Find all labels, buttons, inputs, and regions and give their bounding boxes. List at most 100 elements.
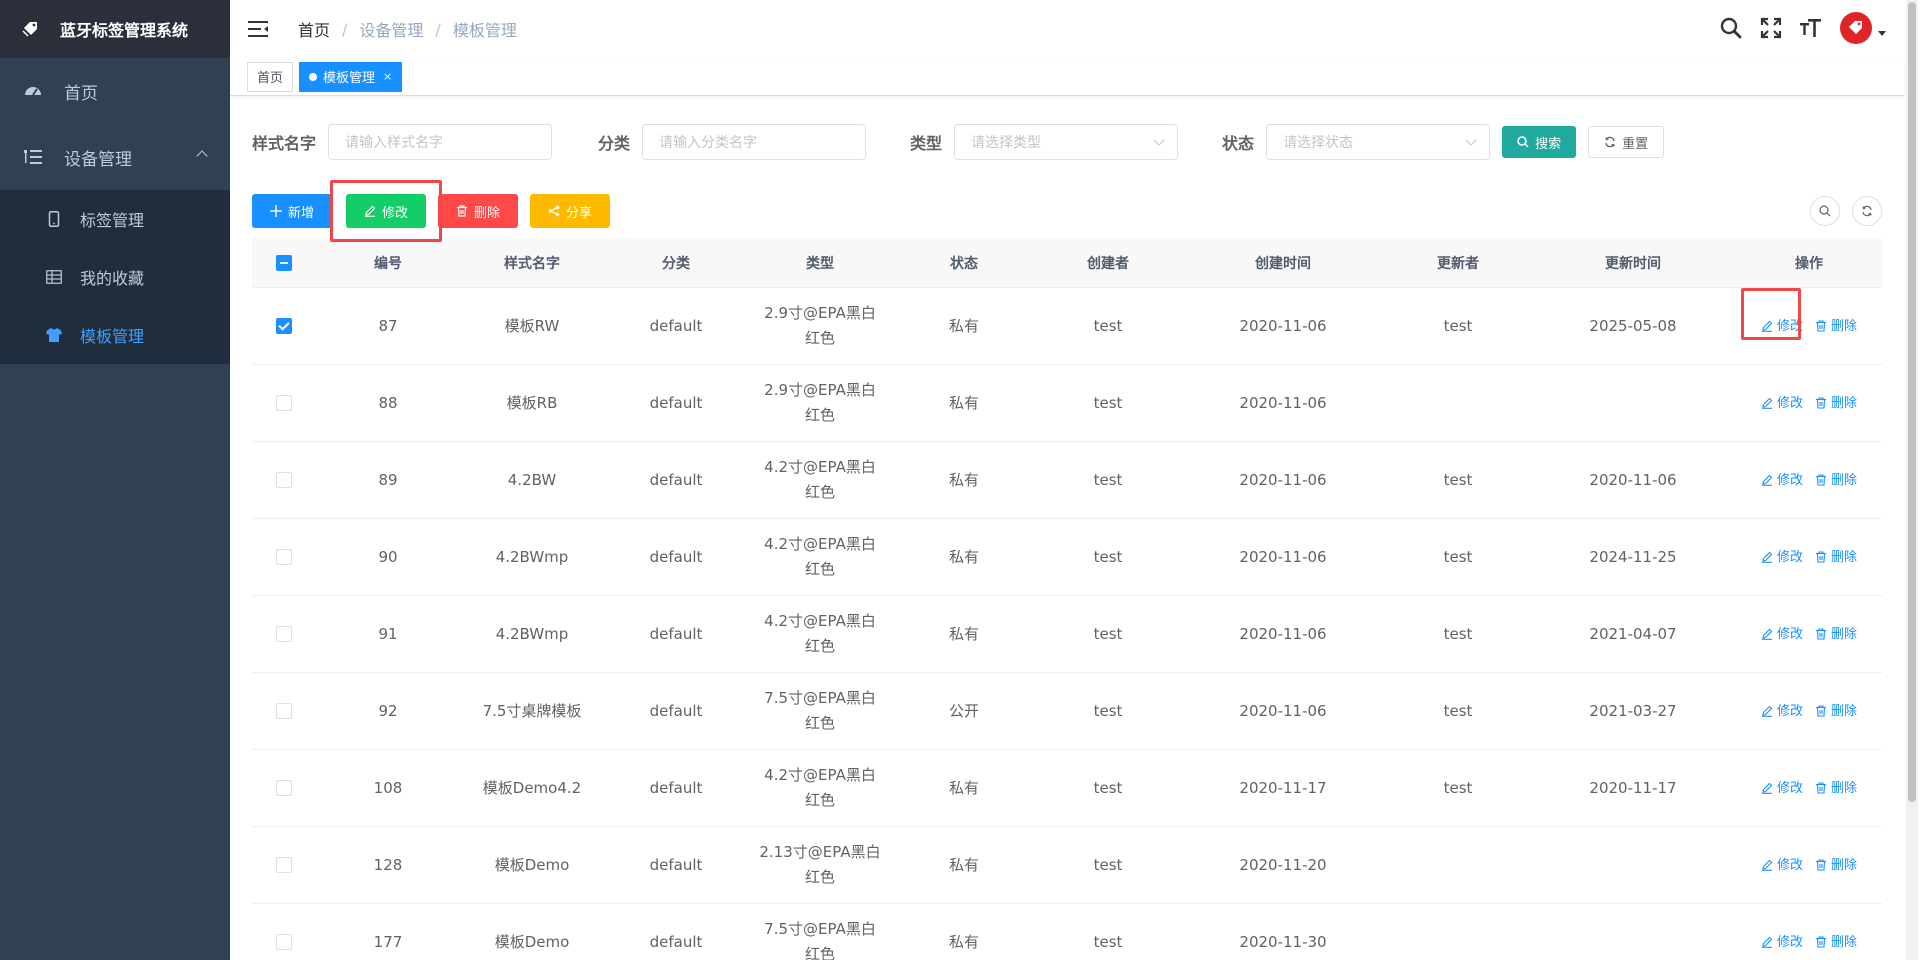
table-row[interactable]: 92 7.5寸桌牌模板 default 7.5寸@EPA黑白 红色 公开 test 2020-…: [252, 673, 1882, 750]
th-updater[interactable]: 更新者: [1386, 253, 1530, 273]
cell-status: 私有: [948, 316, 979, 335]
share-button[interactable]: 分享: [530, 194, 611, 228]
table-row[interactable]: 87 模板RW default 2.9寸@EPA黑白 红色 私有 test 2020-11-0…: [252, 287, 1882, 365]
select-all-checkbox[interactable]: [276, 254, 292, 271]
th-id[interactable]: 编号: [316, 253, 460, 273]
data-table: 编号 样式名字 分类 类型 状态 创建者 创建时间 更新者 更新时间 操作 87…: [252, 238, 1882, 960]
delete-button[interactable]: 删除: [438, 194, 519, 228]
delete-button-label: 删除: [474, 205, 501, 221]
row-edit-link[interactable]: 修改: [1761, 391, 1803, 416]
name-input[interactable]: 请输入样式名字: [328, 124, 553, 160]
cell-name: 4.2BWmp: [495, 547, 569, 566]
avatar[interactable]: [1840, 12, 1872, 44]
row-edit-link[interactable]: 修改: [1761, 930, 1803, 955]
category-input[interactable]: 请输入分类名字: [642, 124, 867, 160]
table-row[interactable]: 90 4.2BWmp default 4.2寸@EPA黑白 红色 私有 test 2020-1…: [252, 519, 1882, 596]
scrollbar-thumb[interactable]: [1908, 2, 1916, 802]
sidebar-item-favorites[interactable]: 我的收藏: [0, 248, 230, 306]
row-checkbox-cell: [252, 549, 316, 565]
refresh-button[interactable]: [1852, 196, 1882, 226]
close-icon[interactable]: ×: [383, 70, 392, 83]
row-delete-link[interactable]: 删除: [1815, 468, 1857, 493]
table-row[interactable]: 108 模板Demo4.2 default 4.2寸@EPA黑白 红色 私有 test 202…: [252, 750, 1882, 827]
th-updated[interactable]: 更新时间: [1530, 253, 1736, 273]
caret-down-icon[interactable]: [1878, 30, 1886, 36]
table-row[interactable]: 91 4.2BWmp default 4.2寸@EPA黑白 红色 私有 test 2020-1…: [252, 596, 1882, 673]
row-checkbox[interactable]: [276, 318, 292, 334]
row-delete-link[interactable]: 删除: [1815, 622, 1857, 647]
th-category[interactable]: 分类: [604, 253, 748, 273]
row-delete-link[interactable]: 删除: [1815, 545, 1857, 570]
row-delete-link[interactable]: 删除: [1815, 853, 1857, 878]
tag-template-management[interactable]: 模板管理 ×: [299, 61, 403, 92]
cell-created: 2020-11-20: [1239, 855, 1327, 874]
tag-label: 模板管理: [323, 71, 376, 86]
cell-created: 2020-11-06: [1239, 547, 1327, 566]
sidebar-item-template-management[interactable]: 模板管理: [0, 306, 230, 364]
row-checkbox-cell: [252, 703, 316, 719]
th-type[interactable]: 类型: [748, 253, 892, 273]
row-checkbox[interactable]: [276, 395, 292, 411]
cell-status: 私有: [948, 778, 979, 797]
row-edit-link[interactable]: 修改: [1761, 545, 1803, 570]
breadcrumb-home[interactable]: 首页: [298, 17, 330, 41]
search-icon[interactable]: [1718, 15, 1744, 41]
row-checkbox[interactable]: [276, 626, 292, 642]
trash-icon: [1815, 628, 1827, 640]
row-checkbox[interactable]: [276, 857, 292, 873]
vertical-scrollbar[interactable]: [1906, 0, 1918, 960]
row-edit-link[interactable]: 修改: [1761, 699, 1803, 724]
table-row[interactable]: 89 4.2BW default 4.2寸@EPA黑白 红色 私有 test 2020-11-…: [252, 442, 1882, 519]
row-delete-link[interactable]: 删除: [1815, 314, 1857, 339]
search-button[interactable]: 搜索: [1502, 126, 1577, 158]
row-edit-link[interactable]: 修改: [1761, 776, 1803, 801]
th-creator[interactable]: 创建者: [1036, 253, 1180, 273]
row-edit-label: 修改: [1776, 472, 1803, 488]
form-item-category: 分类 请输入分类名字: [596, 124, 867, 160]
right-toolbar: [1798, 196, 1882, 226]
sidebar-item-home[interactable]: 首页: [0, 58, 230, 124]
type-select[interactable]: 请选择类型: [954, 124, 1179, 160]
row-edit-link[interactable]: 修改: [1761, 622, 1803, 647]
th-created[interactable]: 创建时间: [1180, 253, 1386, 273]
font-size-icon[interactable]: [1798, 15, 1824, 41]
row-checkbox[interactable]: [276, 780, 292, 796]
table-row[interactable]: 177 模板Demo default 7.5寸@EPA黑白 红色 私有 test 2020-1…: [252, 904, 1882, 960]
tag-home[interactable]: 首页: [247, 61, 294, 92]
row-delete-link[interactable]: 删除: [1815, 699, 1857, 724]
fullscreen-icon[interactable]: [1758, 15, 1784, 41]
row-checkbox[interactable]: [276, 472, 292, 488]
status-select[interactable]: 请选择状态: [1266, 124, 1491, 160]
row-checkbox[interactable]: [276, 703, 292, 719]
add-button[interactable]: 新增: [252, 194, 333, 228]
reset-button[interactable]: 重置: [1588, 126, 1665, 158]
th-name[interactable]: 样式名字: [460, 253, 604, 273]
row-delete-link[interactable]: 删除: [1815, 776, 1857, 801]
sidebar-item-label: 模板管理: [80, 327, 145, 346]
table-row[interactable]: 128 模板Demo default 2.13寸@EPA黑白 红色 私有 test 2020-…: [252, 827, 1882, 904]
trash-icon: [1815, 320, 1827, 332]
toggle-search-button[interactable]: [1810, 196, 1840, 226]
sidebar-item-tag-management[interactable]: 标签管理: [0, 190, 230, 248]
edit-icon: [1761, 474, 1773, 486]
cell-type-line2: 红色: [804, 406, 835, 424]
cell-id: 88: [378, 393, 398, 412]
status-label: 状态: [1222, 134, 1255, 153]
cell-creator: test: [1093, 393, 1123, 412]
chevron-down-icon: [1153, 134, 1165, 146]
row-delete-link[interactable]: 删除: [1815, 930, 1857, 955]
cell-type-line2: 红色: [804, 560, 835, 578]
th-status[interactable]: 状态: [892, 253, 1036, 273]
brand: 蓝牙标签管理系统: [0, 0, 230, 58]
row-edit-link[interactable]: 修改: [1761, 853, 1803, 878]
breadcrumb-device: 设备管理: [359, 21, 424, 40]
dashboard-icon: [24, 82, 42, 100]
table-row[interactable]: 88 模板RB default 2.9寸@EPA黑白 红色 私有 test 2020-11-0…: [252, 365, 1882, 442]
row-delete-link[interactable]: 删除: [1815, 391, 1857, 416]
sidebar-item-device-management[interactable]: 设备管理: [0, 124, 230, 190]
hamburger-icon[interactable]: [248, 20, 270, 38]
row-checkbox[interactable]: [276, 549, 292, 565]
row-edit-link[interactable]: 修改: [1761, 468, 1803, 493]
row-checkbox[interactable]: [276, 934, 292, 950]
reset-button-label: 重置: [1622, 136, 1649, 152]
